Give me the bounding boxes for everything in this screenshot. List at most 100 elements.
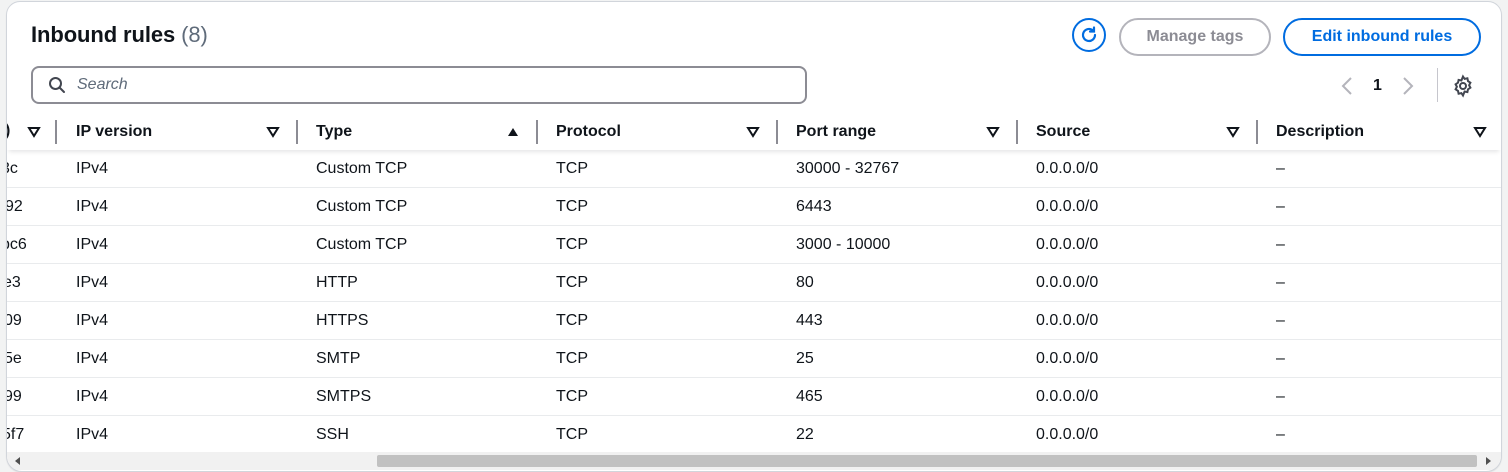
scroll-left-arrow-icon[interactable]	[13, 456, 23, 466]
type-cell: HTTP	[316, 273, 358, 291]
port-range-cell: 30000 - 32767	[796, 159, 900, 177]
column-resizer[interactable]	[1016, 120, 1018, 144]
column-resizer[interactable]	[1256, 120, 1258, 144]
rule-count: (8)	[181, 22, 208, 47]
column-resizer[interactable]	[296, 120, 298, 144]
inbound-rules-panel: Inbound rules (8) Manage tags Edit inbou…	[6, 1, 1502, 472]
source-cell: 0.0.0.0/0	[1036, 159, 1099, 177]
column-header-description[interactable]: Description	[1276, 114, 1496, 150]
ip-version-cell: IPv4	[76, 159, 109, 177]
search-input[interactable]	[75, 75, 729, 95]
ip-version-cell: IPv4	[76, 349, 109, 367]
protocol-cell: TCP	[556, 159, 588, 177]
table-row[interactable]: 5f7 IPv4 SSH TCP 22 0.0.0.0/0 –	[7, 416, 1501, 453]
ip-version-cell: IPv4	[76, 387, 109, 405]
rule-id-cell[interactable]: bc6	[7, 226, 51, 263]
sort-icon[interactable]	[266, 125, 280, 139]
port-range-cell: 25	[796, 349, 814, 367]
protocol-cell: TCP	[556, 425, 588, 443]
preferences-button[interactable]	[1451, 74, 1475, 98]
sort-icon[interactable]	[27, 125, 41, 139]
sort-icon[interactable]	[746, 125, 760, 139]
manage-tags-button[interactable]: Manage tags	[1119, 18, 1271, 56]
type-cell: HTTPS	[316, 311, 369, 329]
table-body: 3c IPv4 Custom TCP TCP 30000 - 32767 0.0…	[7, 150, 1501, 453]
rule-id-cell[interactable]: 92	[7, 188, 51, 225]
horizontal-scrollbar[interactable]	[7, 452, 1501, 470]
port-range-cell: 6443	[796, 197, 832, 215]
table-row[interactable]: e3 IPv4 HTTP TCP 80 0.0.0.0/0 –	[7, 264, 1501, 302]
port-range-cell: 80	[796, 273, 814, 291]
rule-id-cell[interactable]: 3c	[7, 150, 51, 187]
description-cell: –	[1276, 349, 1285, 367]
protocol-cell: TCP	[556, 311, 588, 329]
type-cell: Custom TCP	[316, 235, 408, 253]
description-cell: –	[1276, 311, 1285, 329]
gear-icon	[1454, 74, 1472, 98]
protocol-cell: TCP	[556, 387, 588, 405]
description-cell: –	[1276, 197, 1285, 215]
column-header-protocol[interactable]: Protocol	[556, 114, 778, 150]
table-header: ) IP version Type Protocol Port range So…	[7, 114, 1501, 150]
source-cell: 0.0.0.0/0	[1036, 197, 1099, 215]
rule-id-cell[interactable]: 5e	[7, 340, 51, 377]
sort-icon[interactable]	[1473, 125, 1487, 139]
column-resizer[interactable]	[55, 120, 57, 144]
column-resizer[interactable]	[776, 120, 778, 144]
pagination: 1	[1337, 74, 1418, 98]
toolbar-divider	[1437, 68, 1438, 102]
column-header-type[interactable]: Type	[316, 114, 538, 150]
rule-id-cell[interactable]: 09	[7, 302, 51, 339]
protocol-cell: TCP	[556, 273, 588, 291]
ip-version-cell: IPv4	[76, 197, 109, 215]
column-header-port-range[interactable]: Port range	[796, 114, 1018, 150]
port-range-cell: 465	[796, 387, 823, 405]
source-cell: 0.0.0.0/0	[1036, 235, 1099, 253]
column-resizer[interactable]	[536, 120, 538, 144]
port-range-cell: 3000 - 10000	[796, 235, 891, 253]
type-cell: Custom TCP	[316, 197, 408, 215]
table-row[interactable]: 3c IPv4 Custom TCP TCP 30000 - 32767 0.0…	[7, 150, 1501, 188]
sort-ascending-icon[interactable]	[506, 125, 520, 139]
protocol-cell: TCP	[556, 235, 588, 253]
port-range-cell: 443	[796, 311, 823, 329]
source-cell: 0.0.0.0/0	[1036, 349, 1099, 367]
next-page-button[interactable]	[1398, 76, 1418, 96]
column-header-source[interactable]: Source	[1036, 114, 1258, 150]
table-row[interactable]: 5e IPv4 SMTP TCP 25 0.0.0.0/0 –	[7, 340, 1501, 378]
ip-version-cell: IPv4	[76, 425, 109, 443]
scroll-right-arrow-icon[interactable]	[1483, 456, 1493, 466]
sort-icon[interactable]	[986, 125, 1000, 139]
description-cell: –	[1276, 159, 1285, 177]
refresh-icon	[1081, 26, 1097, 43]
table-row[interactable]: bc6 IPv4 Custom TCP TCP 3000 - 10000 0.0…	[7, 226, 1501, 264]
description-cell: –	[1276, 425, 1285, 443]
column-header-ip-version[interactable]: IP version	[76, 114, 298, 150]
table-row[interactable]: 09 IPv4 HTTPS TCP 443 0.0.0.0/0 –	[7, 302, 1501, 340]
panel-title: Inbound rules (8)	[31, 22, 208, 48]
previous-page-button[interactable]	[1337, 76, 1357, 96]
rule-id-cell[interactable]: e3	[7, 264, 51, 301]
refresh-button[interactable]	[1072, 18, 1106, 52]
table-row[interactable]: 92 IPv4 Custom TCP TCP 6443 0.0.0.0/0 –	[7, 188, 1501, 226]
type-cell: SSH	[316, 425, 349, 443]
column-header-rule-id[interactable]: )	[7, 114, 57, 150]
ip-version-cell: IPv4	[76, 311, 109, 329]
scrollbar-thumb[interactable]	[377, 455, 1477, 467]
rule-id-cell[interactable]: 5f7	[7, 416, 51, 453]
edit-inbound-rules-button[interactable]: Edit inbound rules	[1283, 18, 1481, 56]
rule-id-cell[interactable]: 99	[7, 378, 51, 415]
source-cell: 0.0.0.0/0	[1036, 425, 1099, 443]
source-cell: 0.0.0.0/0	[1036, 311, 1099, 329]
source-cell: 0.0.0.0/0	[1036, 387, 1099, 405]
chevron-left-icon	[1341, 77, 1352, 95]
description-cell: –	[1276, 387, 1285, 405]
current-page-number[interactable]: 1	[1373, 77, 1382, 95]
search-bar[interactable]	[31, 66, 807, 104]
ip-version-cell: IPv4	[76, 273, 109, 291]
sort-icon[interactable]	[1226, 125, 1240, 139]
search-icon	[49, 77, 65, 93]
type-cell: Custom TCP	[316, 159, 408, 177]
table-row[interactable]: 99 IPv4 SMTPS TCP 465 0.0.0.0/0 –	[7, 378, 1501, 416]
protocol-cell: TCP	[556, 197, 588, 215]
